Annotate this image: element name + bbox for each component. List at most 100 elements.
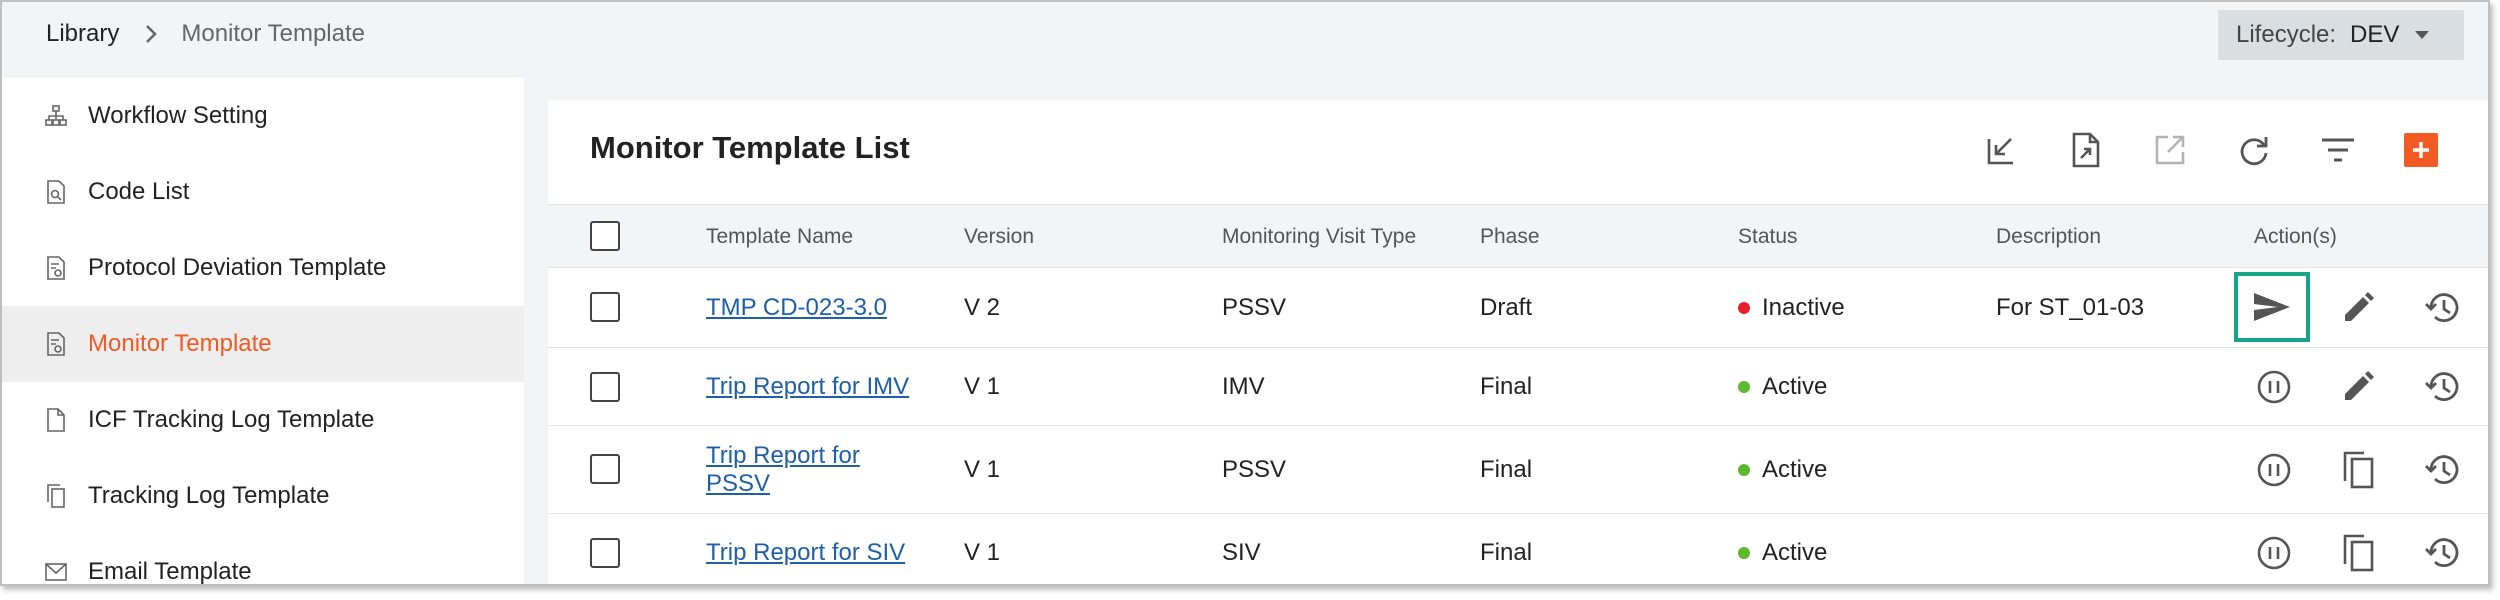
version-cell: V 1 <box>964 373 1001 400</box>
table-row: Trip Report for SIV V 1 SIV Final Active <box>548 514 2488 584</box>
status-cell: Inactive <box>1738 268 1845 348</box>
version-cell: V 2 <box>964 294 1001 321</box>
copy-icon <box>44 484 68 508</box>
sidebar-item-label: Workflow Setting <box>88 102 268 129</box>
status-dot <box>1738 464 1750 476</box>
row-checkbox[interactable] <box>590 454 620 484</box>
visit-type-cell: IMV <box>1222 373 1265 400</box>
column-header-actions: Action(s) <box>2254 225 2337 248</box>
sidebar-item-monitor-template[interactable]: Monitor Template <box>2 306 524 382</box>
row-checkbox[interactable] <box>590 292 620 322</box>
column-header-description[interactable]: Description <box>1996 225 2101 249</box>
history-icon <box>2424 291 2460 325</box>
phase-cell: Final <box>1480 539 1533 566</box>
sidebar-item-workflow-setting[interactable]: Workflow Setting <box>2 78 524 154</box>
sidebar-item-protocol-deviation-template[interactable]: Protocol Deviation Template <box>2 230 524 306</box>
lifecycle-value: DEV <box>2350 21 2400 48</box>
column-header-status[interactable]: Status <box>1738 225 1798 249</box>
visit-type-cell: PSSV <box>1222 294 1287 321</box>
column-header-phase[interactable]: Phase <box>1480 225 1540 249</box>
caret-down-icon <box>2415 31 2430 39</box>
template-name-link[interactable]: Trip Report for PSSV <box>706 442 906 498</box>
pause-button[interactable] <box>2254 367 2294 407</box>
column-header-template-name[interactable]: Template Name <box>706 225 853 249</box>
status-dot <box>1738 302 1750 314</box>
row-checkbox[interactable] <box>590 538 620 568</box>
history-icon <box>2424 536 2460 570</box>
history-button[interactable] <box>2422 367 2462 407</box>
main-panel: Monitor Template List Template Name Vers… <box>548 100 2488 584</box>
open-external-button[interactable] <box>2150 130 2190 170</box>
history-button[interactable] <box>2422 288 2462 328</box>
export-button[interactable] <box>2066 130 2106 170</box>
copy-button[interactable] <box>2338 450 2378 490</box>
history-button[interactable] <box>2422 533 2462 573</box>
sidebar-item-tracking-log-template[interactable]: Tracking Log Template <box>2 458 524 534</box>
description-cell: For ST_01-03 <box>1996 294 2145 321</box>
phase-cell: Final <box>1480 373 1533 400</box>
sidebar-item-icf-tracking-log-template[interactable]: ICF Tracking Log Template <box>2 382 524 458</box>
edit-button[interactable] <box>2338 288 2378 328</box>
column-header-version[interactable]: Version <box>964 225 1034 249</box>
edit-icon <box>2341 370 2375 404</box>
template-name-link[interactable]: Trip Report for IMV <box>706 373 909 401</box>
breadcrumb: Library Monitor Template <box>46 20 365 48</box>
template-name-link[interactable]: TMP CD-023-3.0 <box>706 294 887 322</box>
toolbar <box>548 130 2488 170</box>
mail-icon <box>44 560 68 584</box>
copy-button[interactable] <box>2338 533 2378 573</box>
sidebar-item-label: Email Template <box>88 558 252 585</box>
status-cell: Active <box>1738 426 1827 514</box>
status-dot <box>1738 547 1750 559</box>
sidebar-item-email-template[interactable]: Email Template <box>2 534 524 585</box>
send-button[interactable] <box>2234 272 2310 342</box>
sidebar: Workflow Setting Code List Protocol Devi… <box>2 78 524 585</box>
table-row: TMP CD-023-3.0 V 2 PSSV Draft Inactive F… <box>548 268 2488 348</box>
add-button[interactable] <box>2404 133 2438 167</box>
file-icon <box>44 408 68 432</box>
filter-icon <box>2321 137 2355 163</box>
edit-icon <box>2341 291 2375 325</box>
chevron-right-icon <box>145 24 158 44</box>
document-settings-icon <box>44 332 68 356</box>
table-row: Trip Report for IMV V 1 IMV Final Active <box>548 348 2488 426</box>
refresh-icon <box>2238 134 2270 166</box>
pause-icon <box>2256 369 2292 405</box>
status-text: Inactive <box>1762 294 1845 321</box>
pause-button[interactable] <box>2254 533 2294 573</box>
sidebar-item-label: Monitor Template <box>88 330 272 357</box>
status-text: Active <box>1762 539 1828 566</box>
history-button[interactable] <box>2422 450 2462 490</box>
open-external-icon <box>2154 134 2186 166</box>
version-cell: V 1 <box>964 456 1001 483</box>
app-window: Library Monitor Template Lifecycle: DEV … <box>0 0 2490 586</box>
pause-button[interactable] <box>2254 450 2294 490</box>
refresh-button[interactable] <box>2234 130 2274 170</box>
lifecycle-dropdown[interactable]: Lifecycle: DEV <box>2218 10 2464 60</box>
status-cell: Active <box>1738 348 1827 426</box>
history-icon <box>2424 370 2460 404</box>
lifecycle-label: Lifecycle: <box>2236 21 2337 48</box>
breadcrumb-current: Monitor Template <box>181 20 366 47</box>
row-checkbox[interactable] <box>590 372 620 402</box>
pause-icon <box>2256 535 2292 571</box>
edit-button[interactable] <box>2338 367 2378 407</box>
phase-cell: Draft <box>1480 294 1533 321</box>
table-header: Template Name Version Monitoring Visit T… <box>548 204 2488 268</box>
import-button[interactable] <box>1982 130 2022 170</box>
sidebar-item-label: Tracking Log Template <box>88 482 330 509</box>
status-text: Active <box>1762 373 1828 400</box>
sidebar-item-code-list[interactable]: Code List <box>2 154 524 230</box>
status-text: Active <box>1762 456 1828 483</box>
sidebar-item-label: Protocol Deviation Template <box>88 254 387 281</box>
column-header-visit-type[interactable]: Monitoring Visit Type <box>1222 225 1416 249</box>
phase-cell: Final <box>1480 456 1533 483</box>
copy-icon <box>2342 534 2374 572</box>
visit-type-cell: PSSV <box>1222 456 1287 483</box>
hierarchy-icon <box>44 104 68 128</box>
status-dot <box>1738 381 1750 393</box>
select-all-checkbox[interactable] <box>590 221 620 251</box>
breadcrumb-library-link[interactable]: Library <box>46 20 119 48</box>
template-name-link[interactable]: Trip Report for SIV <box>706 539 905 567</box>
filter-button[interactable] <box>2318 130 2358 170</box>
